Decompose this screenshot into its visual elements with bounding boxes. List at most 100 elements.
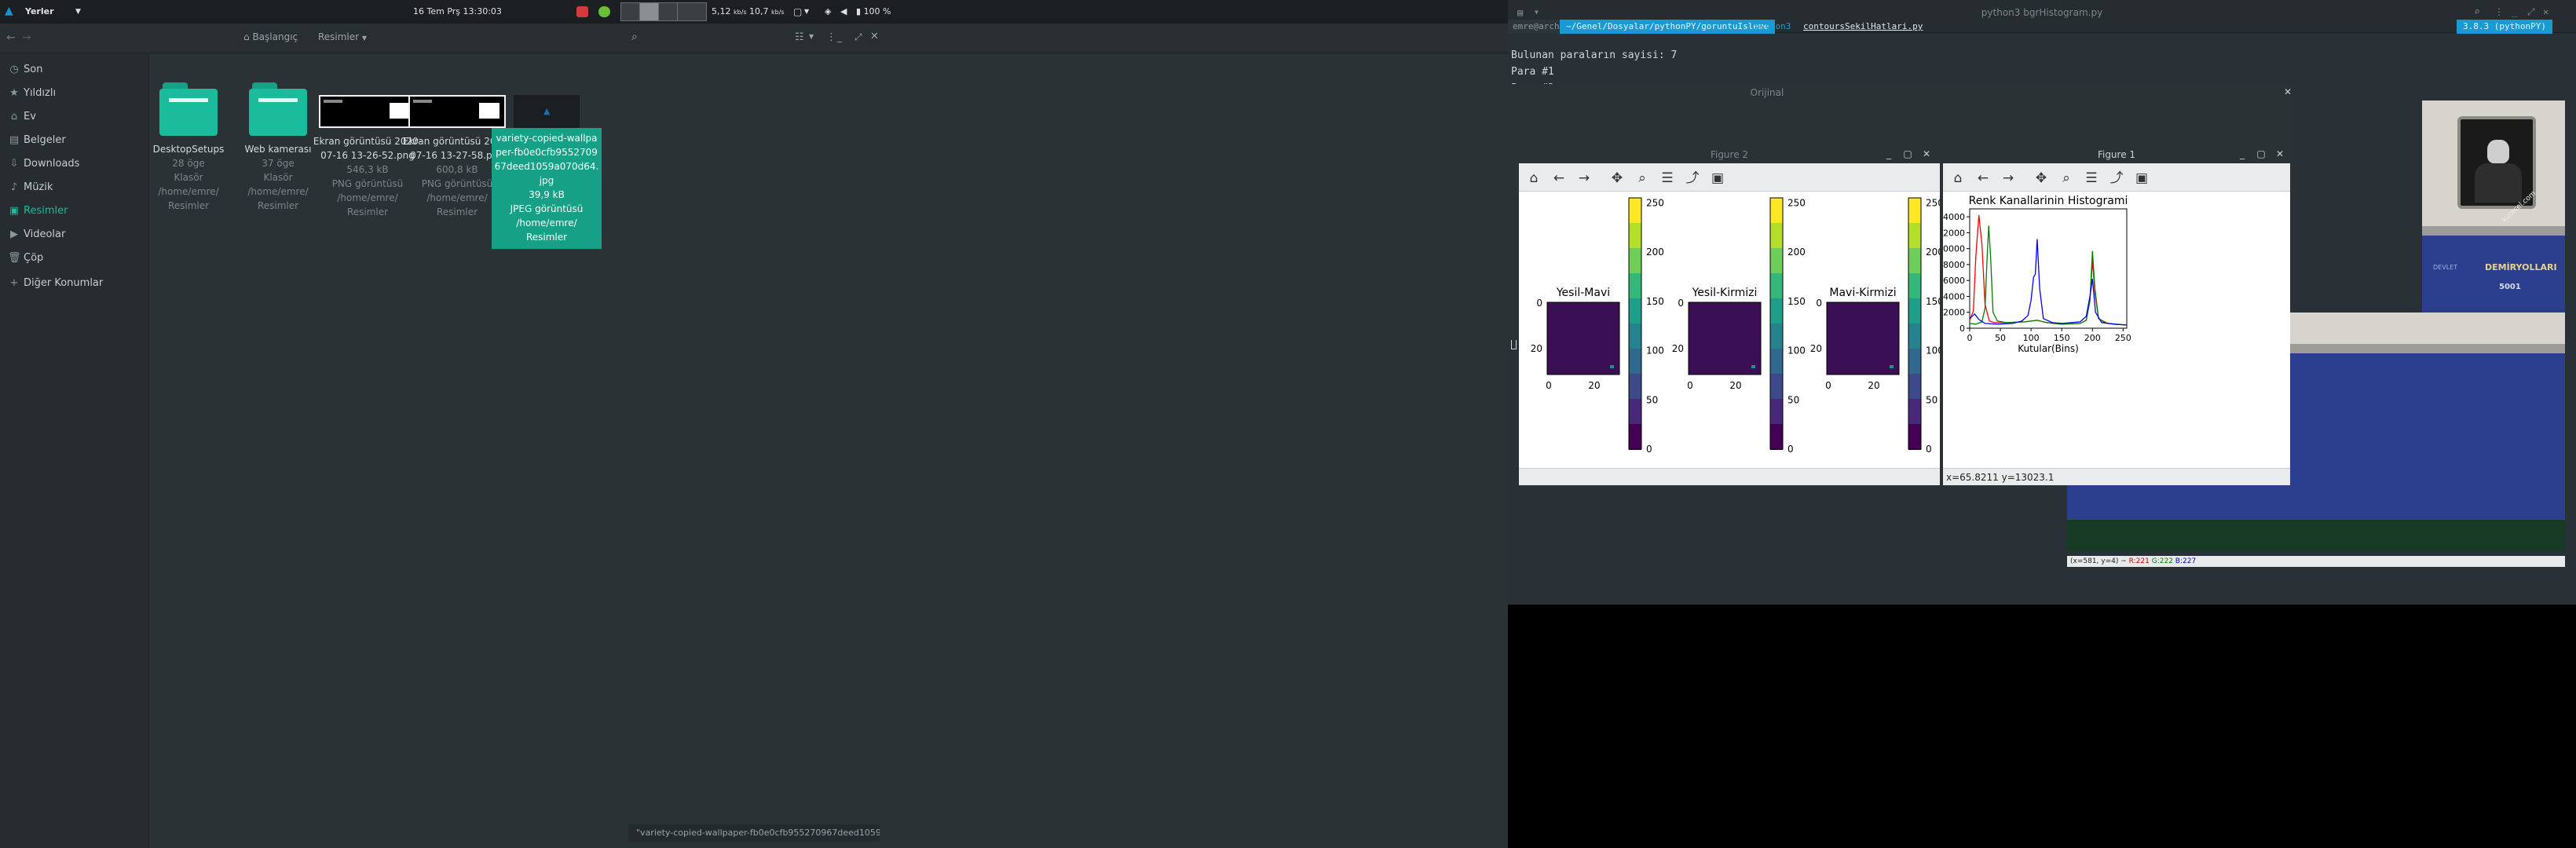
hist2d-heatmap [1688, 302, 1762, 375]
figure2-canvas[interactable]: Yesil-Mavi0200 20250200150100500Yesil-Kir… [1519, 192, 1940, 466]
breadcrumb-dropdown-icon[interactable]: ▼ [362, 35, 367, 42]
original-close-button[interactable]: ✕ [2282, 86, 2293, 97]
train-stripe [2422, 226, 2565, 236]
file-meta3: /home/emre/ [516, 217, 577, 228]
colorbar-tick: 150 [1787, 296, 1806, 307]
fig2-edit-axes-icon[interactable]: ⤴ [1684, 170, 1701, 187]
figure2-close-button[interactable]: ✕ [1921, 148, 1932, 159]
fig1-save-icon[interactable]: ▣ [2133, 170, 2150, 187]
sidebar-item[interactable]: ⇩ Downloads [0, 152, 149, 176]
figure1-close-button[interactable]: ✕ [2274, 148, 2285, 159]
net-up-speed: 10,7 kb/s [749, 5, 785, 19]
figure1-canvas[interactable]: Renk Kanallarinin Histogrami020004000600… [1943, 192, 2290, 466]
terminal-maximize-button[interactable]: ⤢ [2527, 6, 2535, 18]
menu-icon[interactable]: ⋮ [826, 31, 836, 43]
close-button[interactable]: ✕ [870, 31, 879, 42]
places-dropdown-icon[interactable]: ▼ [75, 5, 81, 18]
fig1-back-icon[interactable]: ← [1974, 170, 1992, 187]
fig2-back-icon[interactable]: ← [1550, 170, 1568, 187]
file-meta4: Resimler [525, 232, 568, 243]
figure1-maximize-button[interactable]: ▢ [2256, 148, 2267, 159]
fig1-zoom-icon[interactable]: ⌕ [2058, 170, 2075, 187]
colorbar-tick: 150 [1646, 296, 1664, 307]
fig1-home-icon[interactable]: ⌂ [1949, 170, 1967, 187]
view-dropdown-icon[interactable]: ▼ [809, 33, 814, 40]
colorbar-tick: 100 [1646, 345, 1664, 356]
volume-icon[interactable]: ◀ [840, 5, 847, 18]
figure2-maximize-button[interactable]: ▢ [1902, 148, 1913, 159]
fig2-configure-icon[interactable]: ☰ [1659, 170, 1676, 187]
fig1-configure-icon[interactable]: ☰ [2083, 170, 2100, 187]
colorbar-segment [1770, 424, 1783, 450]
net-down-speed: 5,12 kb/s [712, 5, 747, 19]
breadcrumb-home[interactable]: Başlangıç [252, 31, 298, 42]
wifi-icon[interactable]: ◈ [825, 5, 831, 18]
clipboard-icon[interactable]: ▢ [793, 5, 802, 18]
empty-desktop-area [1508, 605, 2576, 848]
terminal-options-icon[interactable]: ⋮ [2494, 6, 2504, 17]
colorbar-tick: 250 [1926, 197, 1940, 208]
file-item[interactable]: ▲ variety-copied-wallpaper-fb0e0cfb955270… [492, 59, 602, 249]
figure1-minimize-button[interactable]: _ [2237, 148, 2248, 159]
battery-status[interactable]: ▮ 100 % [856, 5, 891, 18]
breadcrumb-current[interactable]: Resimler [318, 31, 359, 42]
colorbar-segment [1770, 273, 1783, 299]
pixel-readout-r: R:221 [2128, 557, 2150, 565]
hist2d-ytick: 0 [1816, 298, 1822, 309]
fig1-pan-icon[interactable]: ✥ [2033, 170, 2050, 187]
prompt-line: emre@arch ~/Genel/Dosyalar/pythonPY/goru… [1508, 20, 2576, 34]
colorbar-segment [1770, 399, 1783, 425]
sidebar-item-label: Videolar [24, 228, 66, 240]
selection-status: "variety-copied-wallpaper-fb0e0cfb955270… [628, 824, 880, 842]
workspace-4[interactable] [677, 2, 707, 21]
fig1-forward-icon[interactable]: → [2000, 170, 2017, 187]
fig2-save-icon[interactable]: ▣ [1709, 170, 1726, 187]
minimize-button[interactable]: _ [837, 31, 842, 42]
sidebar-item[interactable]: ♪ Müzik [0, 176, 149, 199]
view-options-icon[interactable]: ☷ [795, 31, 804, 43]
colorbar-segment [1629, 273, 1641, 299]
colorbar-tick: 50 [1646, 394, 1658, 405]
sidebar-item[interactable]: ◷ Son [0, 58, 149, 82]
forward-button[interactable]: → [22, 31, 31, 44]
back-button[interactable]: ← [6, 31, 16, 44]
sidebar-item[interactable]: ⌂ Ev [0, 105, 149, 129]
tray-app-icon[interactable] [576, 6, 588, 17]
folder-icon [249, 82, 307, 136]
sidebar-item-label: Belgeler [24, 134, 66, 146]
arch-logo-icon[interactable]: ▲ [5, 5, 13, 17]
sidebar-item[interactable]: ▣ Resimler [0, 199, 149, 223]
sidebar-item[interactable]: ★ Yıldızlı [0, 82, 149, 105]
clock[interactable]: 16 Tem Prş 13:30:03 [413, 5, 502, 18]
train-left-ground [2067, 520, 2565, 551]
clipboard-dropdown-icon[interactable]: ▼ [804, 5, 809, 18]
colorbar-segment [1770, 349, 1783, 375]
y-tick-label: 12000 [1943, 228, 1965, 238]
terminal-minimize-button[interactable]: _ [2512, 6, 2517, 17]
fig1-edit-axes-icon[interactable]: ⤴ [2108, 170, 2125, 187]
sidebar-item[interactable]: ▤ Belgeler [0, 129, 149, 152]
hist2d-ytick: 20 [1531, 343, 1542, 354]
fig2-forward-icon[interactable]: → [1575, 170, 1593, 187]
colorbar-segment [1770, 223, 1783, 249]
fig2-home-icon[interactable]: ⌂ [1525, 170, 1542, 187]
figure1-statusbar: x=65.8211 y=13023.1 [1943, 468, 2290, 485]
sidebar-item[interactable]: + Diğer Konumlar [0, 272, 149, 295]
sidebar-item[interactable]: 🗑 Çöp [0, 247, 149, 270]
figure2-minimize-button[interactable]: _ [1883, 148, 1894, 159]
sidebar-item[interactable]: ▶ Videolar [0, 223, 149, 247]
tray-update-icon[interactable] [598, 6, 610, 17]
maximize-button[interactable]: ⤢ [854, 31, 862, 43]
video-icon: ▶ [10, 228, 18, 240]
fig2-zoom-icon[interactable]: ⌕ [1634, 170, 1651, 187]
terminal-close-button[interactable]: ✕ [2543, 6, 2549, 17]
fig2-pan-icon[interactable]: ✥ [1608, 170, 1626, 187]
places-menu[interactable]: Yerler [25, 5, 54, 18]
sidebar-item-label: Yıldızlı [24, 87, 57, 99]
colorbar-segment [1629, 198, 1641, 224]
colorbar-segment [1908, 349, 1921, 375]
search-icon[interactable]: ⌕ [631, 31, 638, 43]
portrait-face [2487, 140, 2509, 163]
file-manager-window: ← → ⌂ Başlangıç Resimler ▼ ⌕ ☷ ▼ ⋮ _ ⤢ ✕… [0, 24, 1508, 848]
terminal-search-icon[interactable]: ⌕ [2474, 6, 2480, 18]
